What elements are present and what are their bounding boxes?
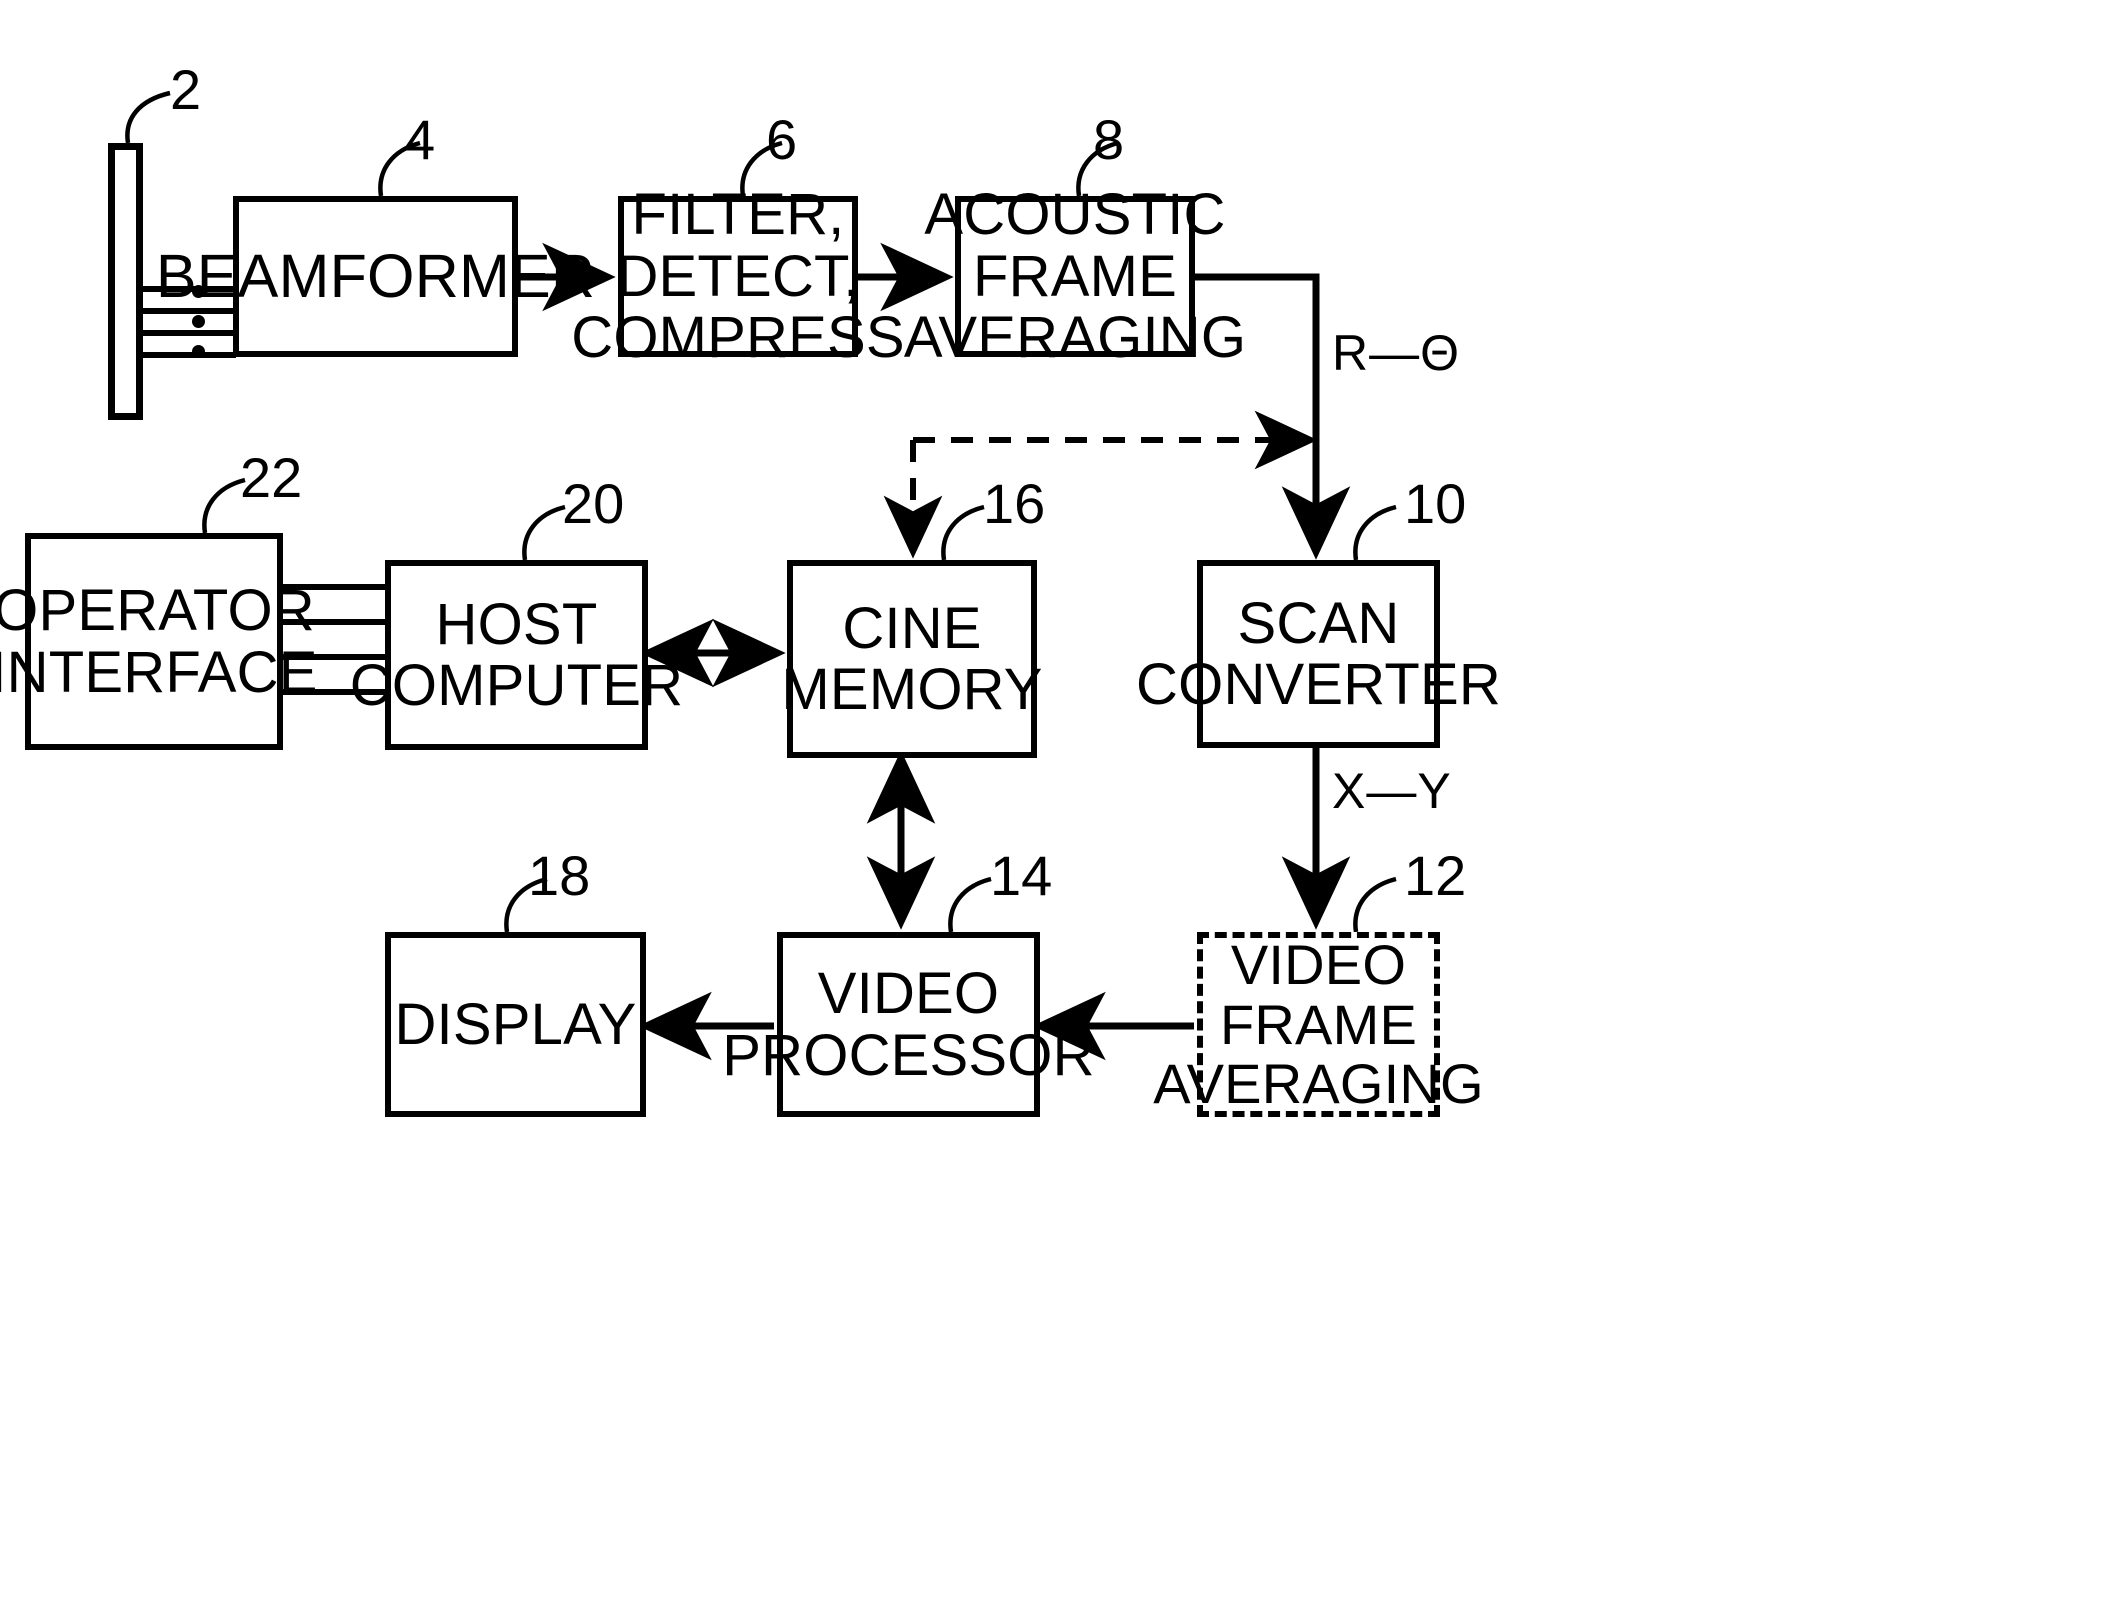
node-acoustic-label-line-0: ACOUSTIC [924,182,1226,248]
leader-10 [1353,504,1397,561]
reference-numeral-10: 10 [1404,472,1467,535]
node-operator-interface[interactable]: OPERATOR INTERFACE [0,533,317,750]
reference-numeral-12: 12 [1404,844,1467,907]
reference-numeral-16: 16 [983,472,1046,535]
leader-14 [948,876,992,933]
transducer-array [108,143,143,420]
node-cine-label-line-1: MEMORY [781,657,1043,722]
node-videoproc-label-line-1: PROCESSOR [722,1022,1095,1088]
node-filter-label-line-1: DETECT, [616,243,860,309]
figure-block-diagram: BEAMFORMER FILTER, DETECT, COMPRESS ACOU… [0,0,2101,1610]
node-scan-label-line-0: SCAN [1237,590,1400,656]
node-scan-label-line-1: CONVERTER [1136,652,1501,717]
node-cine-label-line-0: CINE [842,595,982,661]
node-video-processor[interactable]: VIDEO PROCESSOR [722,932,1095,1117]
node-scan-converter[interactable]: SCAN CONVERTER [1136,560,1501,748]
node-videoavg-label-line-0: VIDEO [1230,933,1407,997]
reference-numeral-6: 6 [766,108,798,171]
leader-12 [1353,876,1397,933]
leader-16 [941,504,985,561]
node-filter-label-line-0: FILTER, [631,182,845,248]
reference-numeral-20: 20 [562,472,625,535]
node-beamformer[interactable]: BEAMFORMER [156,196,595,357]
node-filter-label-line-2: COMPRESS [571,305,905,371]
node-filter-detect-compress[interactable]: FILTER, DETECT, COMPRESS [571,184,904,369]
leader-20 [522,504,566,561]
node-cine-memory[interactable]: CINE MEMORY [781,560,1042,758]
node-display[interactable]: DISPLAY [385,932,646,1117]
node-operator-label-line-0: OPERATOR [0,578,315,644]
node-acoustic-frame-averaging[interactable]: ACOUSTIC FRAME AVERAGING [904,184,1246,369]
node-acoustic-label-line-1: FRAME [973,243,1177,309]
transducer-ellipsis-dot-3 [192,345,205,358]
leader-22 [202,477,246,534]
reference-numeral-22: 22 [240,446,303,509]
node-video-frame-averaging[interactable]: VIDEO FRAME AVERAGING [1153,932,1484,1117]
reference-numeral-2: 2 [170,58,202,121]
node-videoavg-label-line-2: AVERAGING [1153,1052,1484,1116]
signal-label-x-y: X—Y [1332,763,1452,819]
node-host-label-line-0: HOST [435,591,598,657]
reference-numeral-4: 4 [404,108,436,171]
node-host-label-line-1: COMPUTER [349,653,684,718]
reference-numeral-14: 14 [990,844,1053,907]
node-beamformer-label-line-0: BEAMFORMER [155,242,596,311]
node-videoproc-label-line-0: VIDEO [817,961,1000,1027]
node-operator-label-line-1: INTERFACE [0,639,318,705]
signal-label-r-theta: R—Θ [1332,325,1460,381]
leader-2 [125,90,171,144]
node-videoavg-label-line-1: FRAME [1220,992,1417,1056]
reference-numeral-18: 18 [528,844,591,907]
node-host-computer[interactable]: HOST COMPUTER [350,560,683,750]
transducer-ellipsis-dot-1 [192,285,205,298]
reference-numeral-8: 8 [1093,108,1125,171]
node-display-label-line-0: DISPLAY [394,991,637,1057]
transducer-ellipsis-dot-2 [192,315,205,328]
node-acoustic-label-line-2: AVERAGING [903,305,1247,371]
